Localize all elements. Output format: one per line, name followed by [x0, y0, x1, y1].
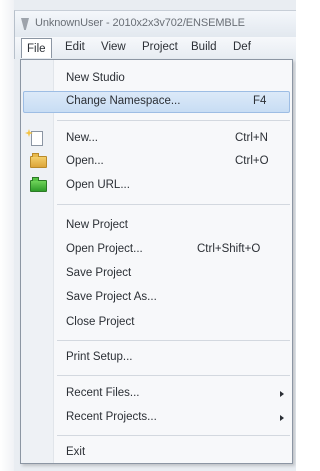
file-menu-dropdown: New Studio Change Namespace... F4 New...…: [20, 59, 293, 464]
menu-item-change-namespace[interactable]: Change Namespace... F4: [23, 91, 290, 113]
menu-bar: File Edit View Project Build Def: [14, 37, 296, 59]
new-file-icon: [31, 131, 43, 146]
menu-item-shortcut: F4: [253, 95, 267, 107]
application-window: UnknownUser - 2010x2x3v702/ENSEMBLE File…: [0, 0, 296, 471]
menu-item-save-project[interactable]: Save Project: [23, 263, 290, 285]
menu-item-new-project[interactable]: New Project: [23, 215, 290, 237]
menu-separator: [57, 375, 290, 376]
menu-item-label: Change Namespace...: [66, 95, 181, 107]
menu-item-label: Save Project As...: [66, 291, 157, 303]
menu-item-new-studio[interactable]: New Studio: [23, 68, 290, 90]
menu-item-save-project-as[interactable]: Save Project As...: [23, 287, 290, 309]
submenu-arrow-icon: [280, 391, 284, 397]
menu-item-open[interactable]: Open... Ctrl+O: [23, 151, 290, 173]
menu-item-label: Open Project...: [66, 243, 143, 255]
menu-item-recent-files[interactable]: Recent Files...: [23, 383, 290, 405]
window-title: UnknownUser - 2010x2x3v702/ENSEMBLE: [35, 17, 245, 29]
menu-separator: [57, 204, 290, 205]
title-bar: UnknownUser - 2010x2x3v702/ENSEMBLE: [14, 10, 296, 37]
menu-separator: [57, 435, 290, 436]
menu-item-label: New Project: [66, 219, 128, 231]
menu-project[interactable]: Project: [142, 41, 178, 53]
menu-item-label: New...: [66, 132, 98, 144]
menu-file[interactable]: File: [21, 38, 52, 58]
menu-edit[interactable]: Edit: [65, 41, 85, 53]
menu-build[interactable]: Build: [191, 41, 217, 53]
menu-item-shortcut: Ctrl+O: [235, 155, 269, 167]
menu-item-label: Print Setup...: [66, 351, 133, 363]
menu-item-shortcut: Ctrl+N: [235, 132, 268, 144]
menu-item-label: New Studio: [66, 72, 125, 84]
menu-separator: [57, 340, 290, 341]
menu-def[interactable]: Def: [233, 41, 251, 53]
menu-view[interactable]: View: [101, 41, 126, 53]
menu-item-label: Exit: [66, 446, 86, 458]
menu-item-label: Save Project: [66, 267, 132, 279]
menu-item-label: Recent Projects...: [66, 411, 157, 423]
menu-item-print-setup[interactable]: Print Setup...: [23, 347, 290, 369]
menu-item-exit[interactable]: Exit: [23, 442, 290, 464]
menu-item-recent-projects[interactable]: Recent Projects...: [23, 407, 290, 429]
menu-item-label: Recent Files...: [66, 387, 140, 399]
menu-item-open-url[interactable]: Open URL...: [23, 175, 290, 197]
window-edge: [0, 0, 14, 471]
menu-item-label: Open...: [66, 155, 104, 167]
menu-item-close-project[interactable]: Close Project: [23, 312, 290, 334]
menu-item-label: Open URL...: [66, 179, 130, 191]
menu-separator: [57, 120, 290, 121]
menu-item-label: Close Project: [66, 316, 135, 328]
submenu-arrow-icon: [280, 415, 284, 421]
menu-item-new[interactable]: New... Ctrl+N: [23, 128, 290, 150]
app-icon: [21, 18, 29, 30]
menu-item-shortcut: Ctrl+Shift+O: [197, 243, 261, 255]
folder-icon: [30, 153, 47, 168]
green-folder-icon: [30, 177, 47, 192]
menu-item-open-project[interactable]: Open Project... Ctrl+Shift+O: [23, 239, 290, 261]
